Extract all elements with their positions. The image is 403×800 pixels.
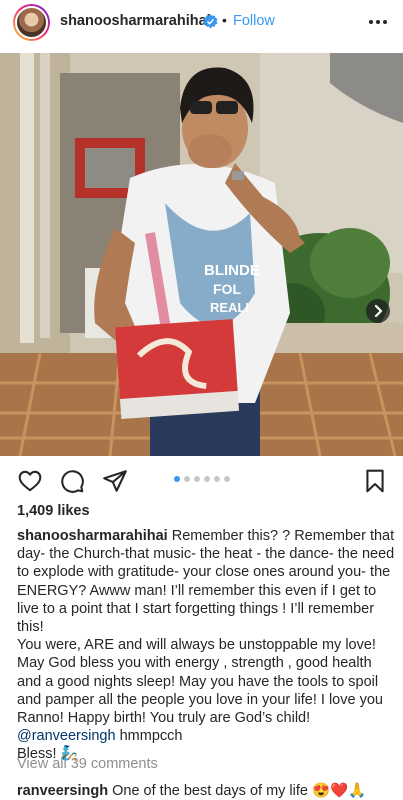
post-username[interactable]: shanoosharmarahihai <box>60 13 211 29</box>
caption-mention[interactable]: @ranveersingh <box>17 728 116 744</box>
post-photo[interactable]: BLINDE FOL REALI <box>0 53 403 456</box>
verified-badge-icon <box>203 14 218 29</box>
carousel-dot <box>174 476 180 482</box>
carousel-dot <box>214 476 220 482</box>
carousel-dot <box>224 476 230 482</box>
post-caption: shanoosharmarahihai Remember this? ? Rem… <box>17 527 395 764</box>
post-photo-illustration: BLINDE FOL REALI <box>0 53 403 456</box>
caption-text-2: You were, ARE and will always be unstopp… <box>17 637 383 727</box>
more-options-icon[interactable] <box>366 10 390 34</box>
comment-text: One of the best days of my life 😍❤️🙏 <box>112 783 367 799</box>
action-bar <box>0 462 403 498</box>
like-heart-icon[interactable] <box>17 468 43 494</box>
carousel-dots <box>174 476 230 482</box>
tshirt-text-2: FOL <box>213 281 241 297</box>
caption-after-mention: hmmpcch <box>115 728 183 745</box>
carousel-next-icon[interactable] <box>366 299 390 323</box>
bookmark-save-icon[interactable] <box>362 468 388 494</box>
share-send-icon[interactable] <box>102 468 128 494</box>
comment-username[interactable]: ranveersingh <box>17 783 108 799</box>
carousel-dot <box>184 476 190 482</box>
post-header: shanoosharmarahihai • Follow <box>0 0 403 46</box>
likes-count[interactable]: 1,409 likes <box>17 503 90 519</box>
carousel-dot <box>194 476 200 482</box>
view-all-comments-link[interactable]: View all 39 comments <box>17 756 158 772</box>
caption-username[interactable]: shanoosharmarahihai <box>17 528 168 544</box>
avatar[interactable] <box>13 4 50 41</box>
comment-bubble-icon[interactable] <box>59 468 85 494</box>
tshirt-text-1: BLINDE <box>204 262 260 279</box>
comment-row: ranveersingh One of the best days of my … <box>17 782 366 799</box>
carousel-dot <box>204 476 210 482</box>
follow-button[interactable]: Follow <box>233 13 275 29</box>
caption-text-1: Remember this? ? Remember that day- the … <box>17 528 395 636</box>
tshirt-text-3: REALI <box>210 300 249 315</box>
separator-dot: • <box>222 12 227 28</box>
